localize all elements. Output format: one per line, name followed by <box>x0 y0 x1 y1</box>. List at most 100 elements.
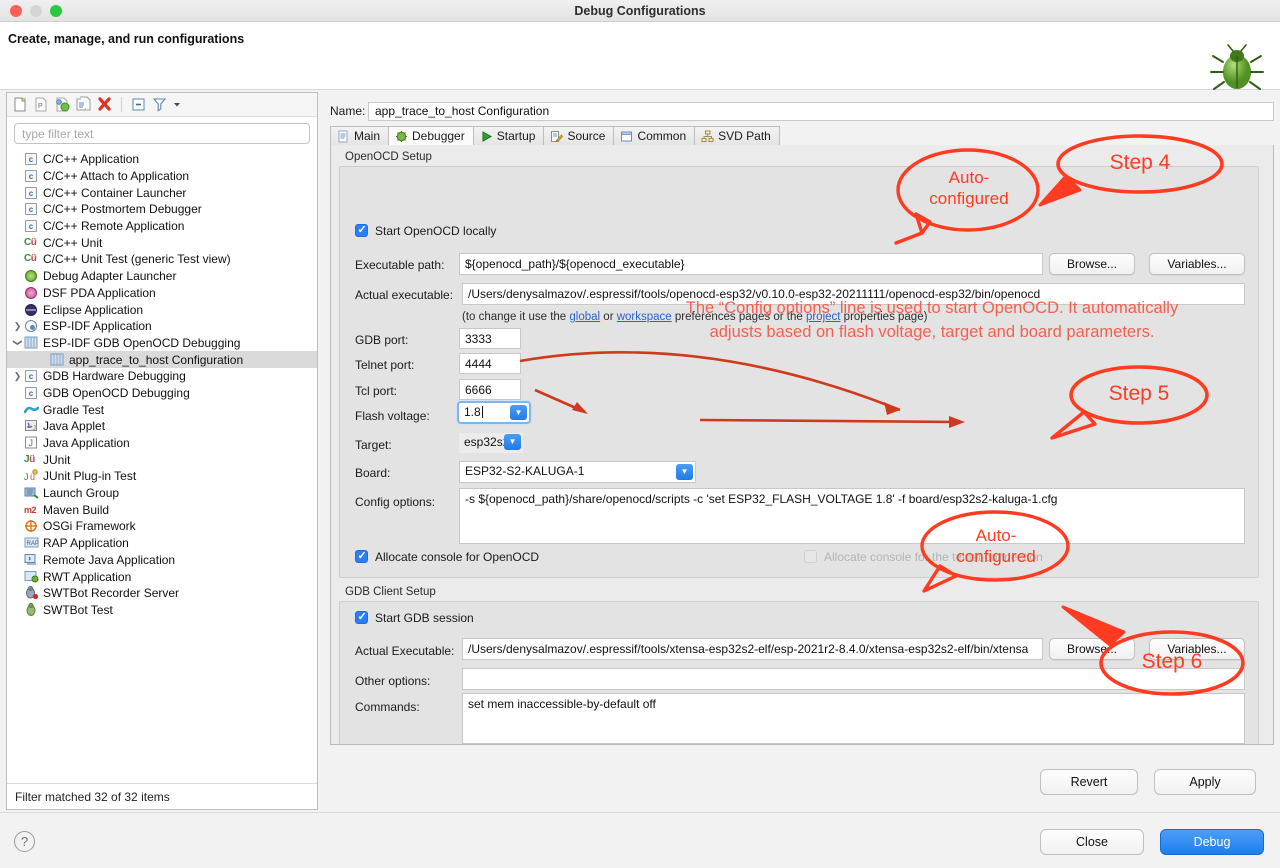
tab-svd-path[interactable]: SVD Path <box>694 126 780 145</box>
chevron-down-icon[interactable]: ❯ <box>12 336 23 349</box>
filter-icon[interactable] <box>151 96 168 113</box>
collapse-all-icon[interactable] <box>130 96 147 113</box>
remote-java-icon <box>24 553 39 567</box>
config-options-textarea[interactable]: -s ${openocd_path}/share/openocd/scripts… <box>459 488 1245 544</box>
filter-dropdown-arrow[interactable] <box>172 96 181 113</box>
eclipse-icon <box>24 303 39 317</box>
tree-twisty-spacer <box>11 521 24 531</box>
tree-twisty-spacer <box>11 204 24 214</box>
board-combo[interactable]: ESP32-S2-KALUGA-1 ▼ <box>459 461 696 483</box>
executable-path-input[interactable]: ${openocd_path}/${openocd_executable} <box>459 253 1043 275</box>
tree-item[interactable]: Launch Group <box>7 485 317 502</box>
apply-button[interactable]: Apply <box>1154 769 1256 795</box>
commands-label: Commands: <box>355 700 420 714</box>
tree-item[interactable]: cC/C++ Remote Application <box>7 218 317 235</box>
c-file-icon: c <box>24 186 39 200</box>
tree-item[interactable]: cGDB OpenOCD Debugging <box>7 385 317 402</box>
tree-item[interactable]: ❯ESP-IDF Application <box>7 318 317 335</box>
play-green-icon <box>480 130 493 143</box>
openocd-variables-button[interactable]: Variables... <box>1149 253 1245 275</box>
chevron-right-icon[interactable]: ❯ <box>11 321 24 332</box>
c-file-icon: c <box>24 169 39 183</box>
tab-main[interactable]: Main <box>330 126 389 145</box>
tree-item[interactable]: Debug Adapter Launcher <box>7 268 317 285</box>
step5-callout-text: Step 5 <box>1089 383 1189 404</box>
tree-item[interactable]: JJava Application <box>7 435 317 452</box>
target-value: esp32s2 <box>464 435 509 449</box>
configurations-tree[interactable]: cC/C++ Application cC/C++ Attach to Appl… <box>7 149 317 783</box>
tree-item[interactable]: Eclipse Application <box>7 301 317 318</box>
gdb-port-input[interactable]: 3333 <box>459 328 521 349</box>
tree-item[interactable]: Gradle Test <box>7 401 317 418</box>
tree-item-label: Eclipse Application <box>43 303 143 317</box>
tree-item[interactable]: JüJUnit <box>7 451 317 468</box>
dialog-footer: Close Debug <box>0 812 1280 868</box>
tree-item[interactable]: CüC/C++ Unit <box>7 234 317 251</box>
cunit-icon: Cü <box>24 252 39 266</box>
tree-item[interactable]: cC/C++ Postmortem Debugger <box>7 201 317 218</box>
gdb-actual-executable-input[interactable]: /Users/denysalmazov/.espressif/tools/xte… <box>462 638 1043 660</box>
tcl-port-input[interactable]: 6666 <box>459 379 521 400</box>
tree-item[interactable]: RAPRAP Application <box>7 535 317 552</box>
tree-item[interactable]: JüJUnit Plug-in Test <box>7 468 317 485</box>
toolbar-separator <box>121 97 122 112</box>
tab-debugger[interactable]: Debugger <box>388 126 474 145</box>
flash-voltage-combo[interactable]: 1.8 ▼ <box>457 401 531 424</box>
close-button[interactable]: Close <box>1040 829 1144 855</box>
tree-item[interactable]: ❯cGDB Hardware Debugging <box>7 368 317 385</box>
revert-button[interactable]: Revert <box>1040 769 1138 795</box>
delete-icon[interactable] <box>96 96 113 113</box>
tree-item[interactable]: OSGi Framework <box>7 518 317 535</box>
hierarchy-icon <box>701 130 714 143</box>
configuration-name-input[interactable] <box>368 102 1274 121</box>
export-icon[interactable] <box>54 96 71 113</box>
chevron-down-icon[interactable]: ▼ <box>676 464 693 480</box>
tree-item-label: C/C++ Postmortem Debugger <box>43 202 202 216</box>
auto-configured-1-line1: Auto- <box>898 167 1040 188</box>
tree-item[interactable]: m2Maven Build <box>7 501 317 518</box>
new-prototype-icon[interactable]: P <box>33 96 50 113</box>
tree-item[interactable]: JJava Applet <box>7 418 317 435</box>
chevron-down-icon[interactable]: ▼ <box>504 434 521 450</box>
global-preferences-link[interactable]: global <box>569 311 600 323</box>
tree-item[interactable]: SWTBot Test <box>7 602 317 619</box>
tree-item[interactable]: SWTBot Recorder Server <box>7 585 317 602</box>
allocate-console-openocd-checkbox[interactable] <box>355 550 368 563</box>
commands-textarea[interactable]: set mem inaccessible-by-default off <box>462 693 1245 744</box>
chevron-right-icon[interactable]: ❯ <box>11 371 24 382</box>
openocd-setup-group-label: OpenOCD Setup <box>345 151 432 163</box>
tree-item-selected[interactable]: app_trace_to_host Configuration <box>7 351 317 368</box>
search-input[interactable] <box>14 123 310 144</box>
tab-source[interactable]: Source <box>543 126 614 145</box>
tree-twisty-spacer <box>11 154 24 164</box>
chevron-down-icon[interactable]: ▼ <box>510 405 527 420</box>
configurations-toolbar: P <box>7 93 317 117</box>
window-titlebar: Debug Configurations <box>0 0 1280 22</box>
bug-green-icon <box>24 269 39 283</box>
openocd-browse-button[interactable]: Browse... <box>1049 253 1135 275</box>
bug-pink-icon <box>24 286 39 300</box>
new-configuration-icon[interactable] <box>12 96 29 113</box>
tree-item-label: C/C++ Unit Test (generic Test view) <box>43 252 231 266</box>
duplicate-icon[interactable] <box>75 96 92 113</box>
tree-item[interactable]: Cü C/C++ Unit Test (generic Test view) <box>7 251 317 268</box>
tree-item[interactable]: cC/C++ Attach to Application <box>7 168 317 185</box>
tree-item[interactable]: RWT Application <box>7 568 317 585</box>
tree-item[interactable]: cC/C++ Application <box>7 151 317 168</box>
tree-item[interactable]: cC/C++ Container Launcher <box>7 184 317 201</box>
telnet-port-input[interactable]: 4444 <box>459 353 521 374</box>
tree-item-label: GDB Hardware Debugging <box>43 369 186 383</box>
tree-item[interactable]: DSF PDA Application <box>7 285 317 302</box>
start-openocd-locally-checkbox[interactable] <box>355 224 368 237</box>
tab-startup[interactable]: Startup <box>473 126 545 145</box>
tab-common[interactable]: Common <box>613 126 695 145</box>
help-icon[interactable]: ? <box>14 831 35 852</box>
tree-item-label: Java Applet <box>43 419 105 433</box>
allocate-console-telnet-checkbox[interactable] <box>804 550 817 563</box>
tab-bar[interactable]: MainDebuggerStartupSourceCommonSVD Path <box>330 126 1274 146</box>
tree-item[interactable]: ❯ESP-IDF GDB OpenOCD Debugging <box>7 335 317 352</box>
target-combo[interactable]: esp32s2 ▼ <box>459 433 523 453</box>
debug-button[interactable]: Debug <box>1160 829 1264 855</box>
tree-item[interactable]: Remote Java Application <box>7 552 317 569</box>
start-gdb-session-checkbox[interactable] <box>355 611 368 624</box>
